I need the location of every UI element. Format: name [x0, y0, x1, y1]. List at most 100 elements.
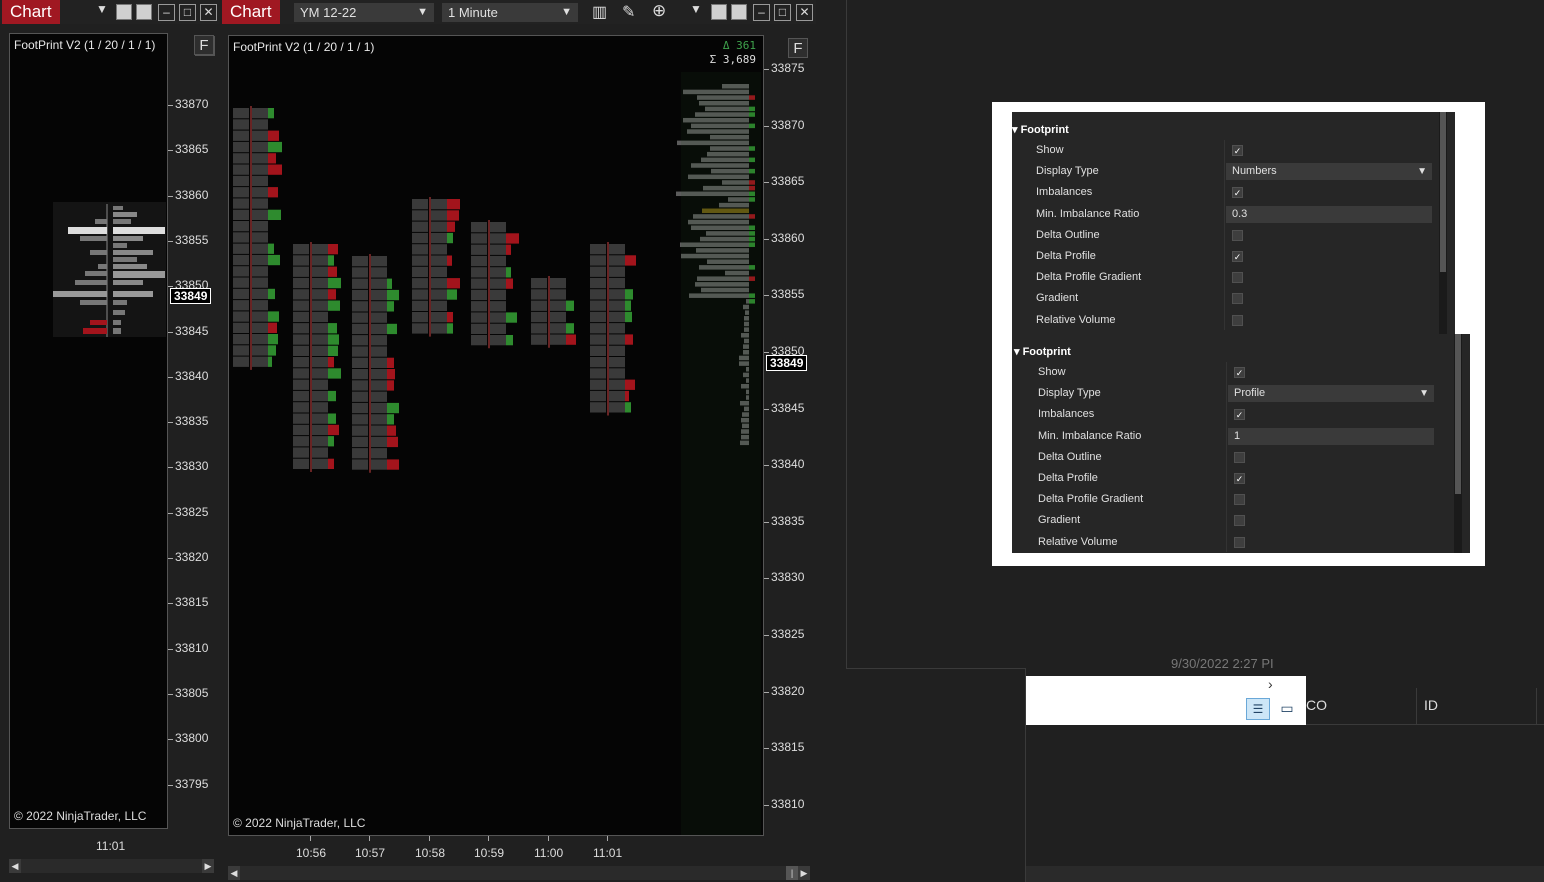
ask-cell	[550, 300, 566, 311]
main-scroll-right-icon[interactable]: ▶	[798, 866, 810, 880]
main-scroll-left-icon[interactable]: ◀	[228, 866, 240, 880]
left-scroll-left-icon[interactable]: ◀	[9, 859, 21, 873]
left-maximize-icon[interactable]: □	[179, 4, 196, 21]
buy-imbalance	[328, 334, 339, 345]
interval-dropdown[interactable]: 1 Minute ▼	[442, 3, 578, 22]
property-checkbox[interactable]	[1234, 536, 1245, 548]
left-axis-label: 33865	[175, 142, 209, 157]
ask-cell	[490, 244, 506, 255]
buy-imbalance	[268, 356, 272, 367]
bid-cell	[293, 244, 309, 255]
property-label: Show	[1036, 144, 1064, 156]
left-close-icon[interactable]: ✕	[200, 4, 217, 21]
ask-cell	[609, 379, 625, 390]
main-tile-icon[interactable]	[711, 4, 727, 20]
main-axis-tick	[764, 125, 769, 127]
main-h-scrollbar[interactable]: ◀ | ▶	[228, 866, 810, 880]
main-axis-label: 33845	[771, 400, 805, 415]
main-tile2-icon[interactable]	[731, 4, 747, 20]
property-checkbox[interactable]: ✓	[1232, 187, 1243, 199]
main-scroll-thumb[interactable]: |	[786, 866, 798, 880]
property-checkbox[interactable]	[1234, 451, 1245, 463]
left-scroll-right-icon[interactable]: ▶	[202, 859, 214, 873]
main-chart-tab[interactable]: Chart	[222, 0, 280, 24]
instrument-dropdown[interactable]: YM 12-22 ▼	[294, 3, 434, 22]
sell-imbalance	[328, 424, 339, 436]
left-axis-tick	[168, 739, 173, 741]
left-axis-label: 33835	[175, 414, 209, 429]
left-tile2-icon[interactable]	[136, 4, 152, 20]
main-axis-label: 33860	[771, 230, 805, 245]
chevron-down-icon: ▼	[1417, 166, 1427, 178]
left-h-scrollbar[interactable]: ◀ ▶	[9, 859, 214, 873]
ask-cell	[312, 413, 328, 424]
left-axis-label: 33795	[175, 776, 209, 791]
property-checkbox[interactable]	[1234, 494, 1245, 506]
ask-cell	[371, 289, 387, 301]
sell-imbalance	[387, 357, 394, 368]
ask-cell	[550, 334, 566, 345]
imbalance-ratio-input[interactable]: 1	[1228, 427, 1434, 445]
chevron-right-icon[interactable]: ›	[1268, 676, 1273, 692]
footprint-category-header[interactable]: ▾ Footprint	[1014, 345, 1071, 358]
main-maximize-icon[interactable]: □	[774, 4, 791, 21]
left-minimize-icon[interactable]: –	[158, 4, 175, 21]
sell-imbalance	[506, 278, 513, 289]
image-view-icon[interactable]: ▭	[1276, 698, 1298, 720]
col-id-header[interactable]: ID	[1424, 697, 1438, 713]
bid-cell	[590, 289, 606, 300]
main-minimize-icon[interactable]: –	[753, 4, 770, 21]
zoom-icon[interactable]: ⊕	[652, 1, 666, 21]
property-checkbox[interactable]: ✓	[1232, 145, 1243, 156]
property-label: Delta Profile Gradient	[1038, 493, 1144, 506]
more-chevron-down-icon[interactable]: ▼	[690, 2, 702, 16]
left-chart-tab[interactable]: Chart	[2, 0, 60, 24]
bid-cell	[233, 175, 249, 187]
sell-imbalance	[506, 244, 511, 255]
draw-tool-icon[interactable]: ✎	[622, 2, 635, 22]
main-close-icon[interactable]: ✕	[796, 4, 813, 21]
footprint-category-header[interactable]: ▾ Footprint	[1012, 123, 1069, 136]
left-chevron-down-icon[interactable]: ▼	[96, 2, 108, 16]
property-checkbox[interactable]	[1232, 272, 1243, 284]
col-co-header[interactable]: CO	[1306, 697, 1327, 713]
property-checkbox[interactable]: ✓	[1234, 473, 1245, 484]
bid-cell	[233, 141, 249, 153]
bid-cell	[233, 187, 249, 198]
left-axis-tick	[168, 376, 173, 378]
left-plot-area[interactable]: FootPrint V2 (1 / 20 / 1 / 1) © 2022 Nin…	[9, 33, 215, 829]
main-axis-label: 33840	[771, 457, 805, 472]
bid-cell	[352, 391, 368, 402]
buy-imbalance	[447, 232, 453, 244]
buy-imbalance	[447, 289, 457, 300]
property-checkbox[interactable]: ✓	[1234, 367, 1245, 378]
property-checkbox[interactable]	[1232, 314, 1243, 326]
main-axis-label: 33875	[771, 61, 805, 75]
main-axis-tick	[764, 238, 769, 240]
left-axis-label: 33870	[175, 97, 209, 111]
imbalance-ratio-input[interactable]: 0.3	[1226, 205, 1432, 223]
buy-imbalance	[328, 368, 341, 379]
property-checkbox[interactable]	[1232, 293, 1243, 305]
display-type-select[interactable]: Numbers ▼	[1226, 163, 1432, 181]
property-checkbox[interactable]: ✓	[1232, 251, 1243, 262]
display-type-select[interactable]: Profile ▼	[1228, 385, 1434, 403]
list-view-icon[interactable]: ☰	[1246, 698, 1270, 720]
ask-cell	[371, 436, 387, 448]
property-checkbox[interactable]	[1234, 515, 1245, 527]
buy-imbalance	[566, 300, 574, 311]
left-chart-window: Chart ▼ – □ ✕ FootPrint V2 (1 / 20 / 1 /…	[0, 0, 220, 882]
sell-imbalance	[447, 255, 452, 266]
sell-imbalance	[625, 255, 636, 266]
bar-type-icon[interactable]: ▥	[592, 2, 607, 22]
property-checkbox[interactable]: ✓	[1234, 409, 1245, 421]
property-row: Gradient	[1012, 510, 1470, 531]
ask-cell	[371, 312, 387, 323]
ask-cell	[431, 278, 447, 289]
left-tile-icon[interactable]	[116, 4, 132, 20]
bid-cell	[352, 425, 368, 436]
property-checkbox[interactable]	[1232, 229, 1243, 241]
main-plot-area[interactable]: FootPrint V2 (1 / 20 / 1 / 1) Δ 361 Σ 3,…	[228, 35, 764, 836]
ask-cell	[431, 232, 447, 244]
main-axis-label: 33820	[771, 683, 805, 698]
